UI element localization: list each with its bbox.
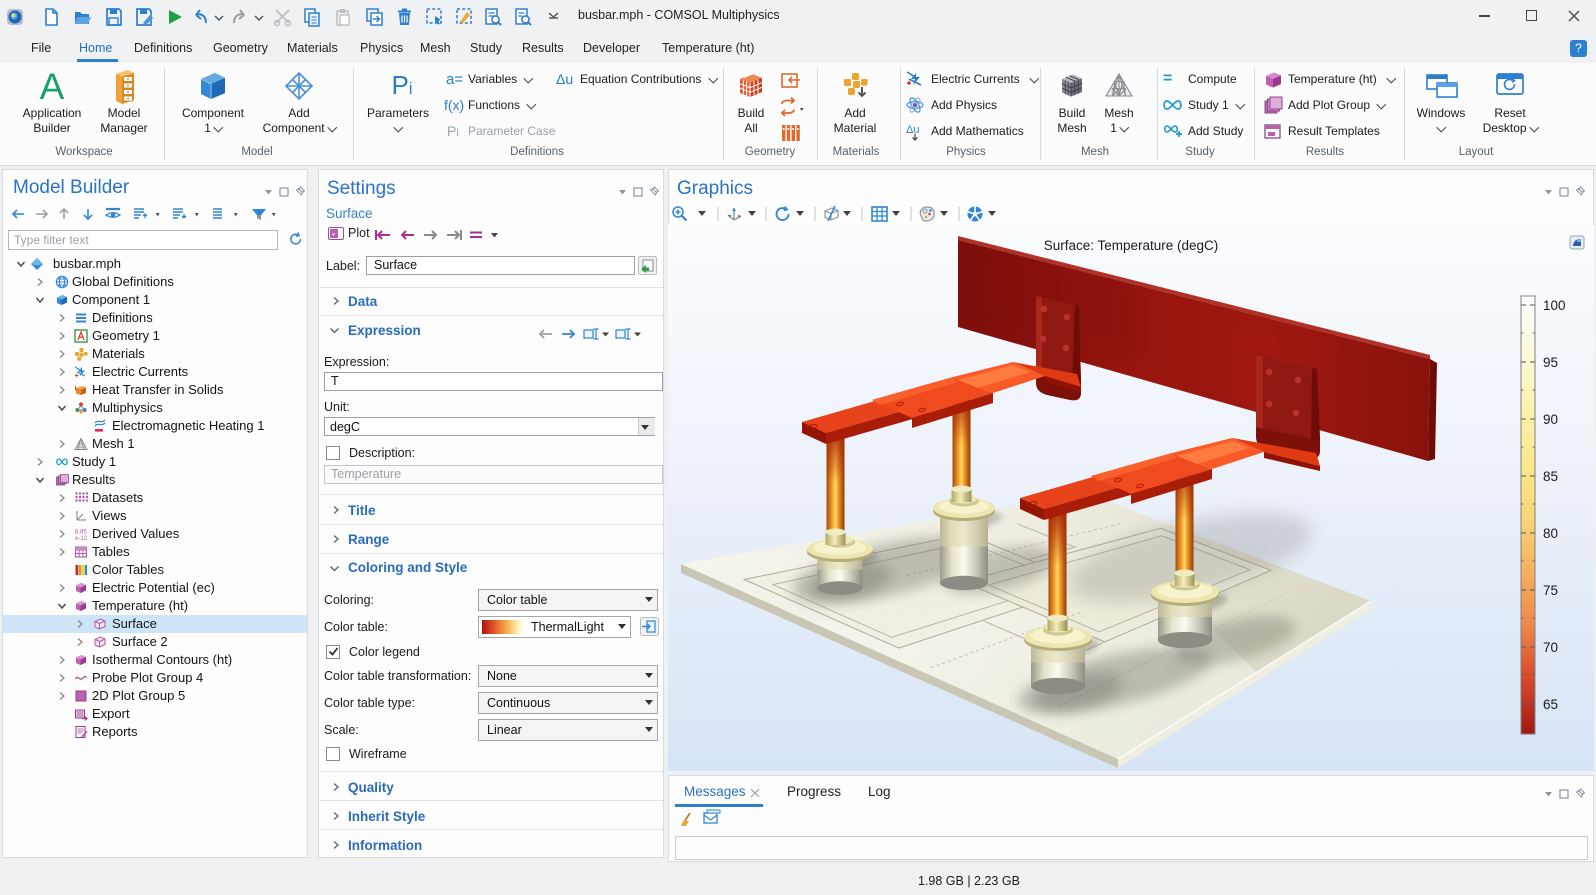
svg-text:95: 95	[1543, 355, 1558, 370]
svg-text:Surface: Temperature (degC): Surface: Temperature (degC)	[1044, 238, 1219, 253]
svg-text:70: 70	[1543, 640, 1558, 655]
svg-text:90: 90	[1543, 412, 1558, 427]
svg-text:75: 75	[1543, 583, 1558, 598]
svg-text:65: 65	[1543, 697, 1558, 712]
svg-text:100: 100	[1543, 298, 1566, 313]
svg-text:8.85: 8.85	[75, 530, 87, 536]
svg-text:e-12: e-12	[75, 536, 88, 541]
svg-text:80: 80	[1543, 526, 1558, 541]
svg-text:Δu: Δu	[906, 124, 919, 136]
svg-text:85: 85	[1543, 469, 1558, 484]
